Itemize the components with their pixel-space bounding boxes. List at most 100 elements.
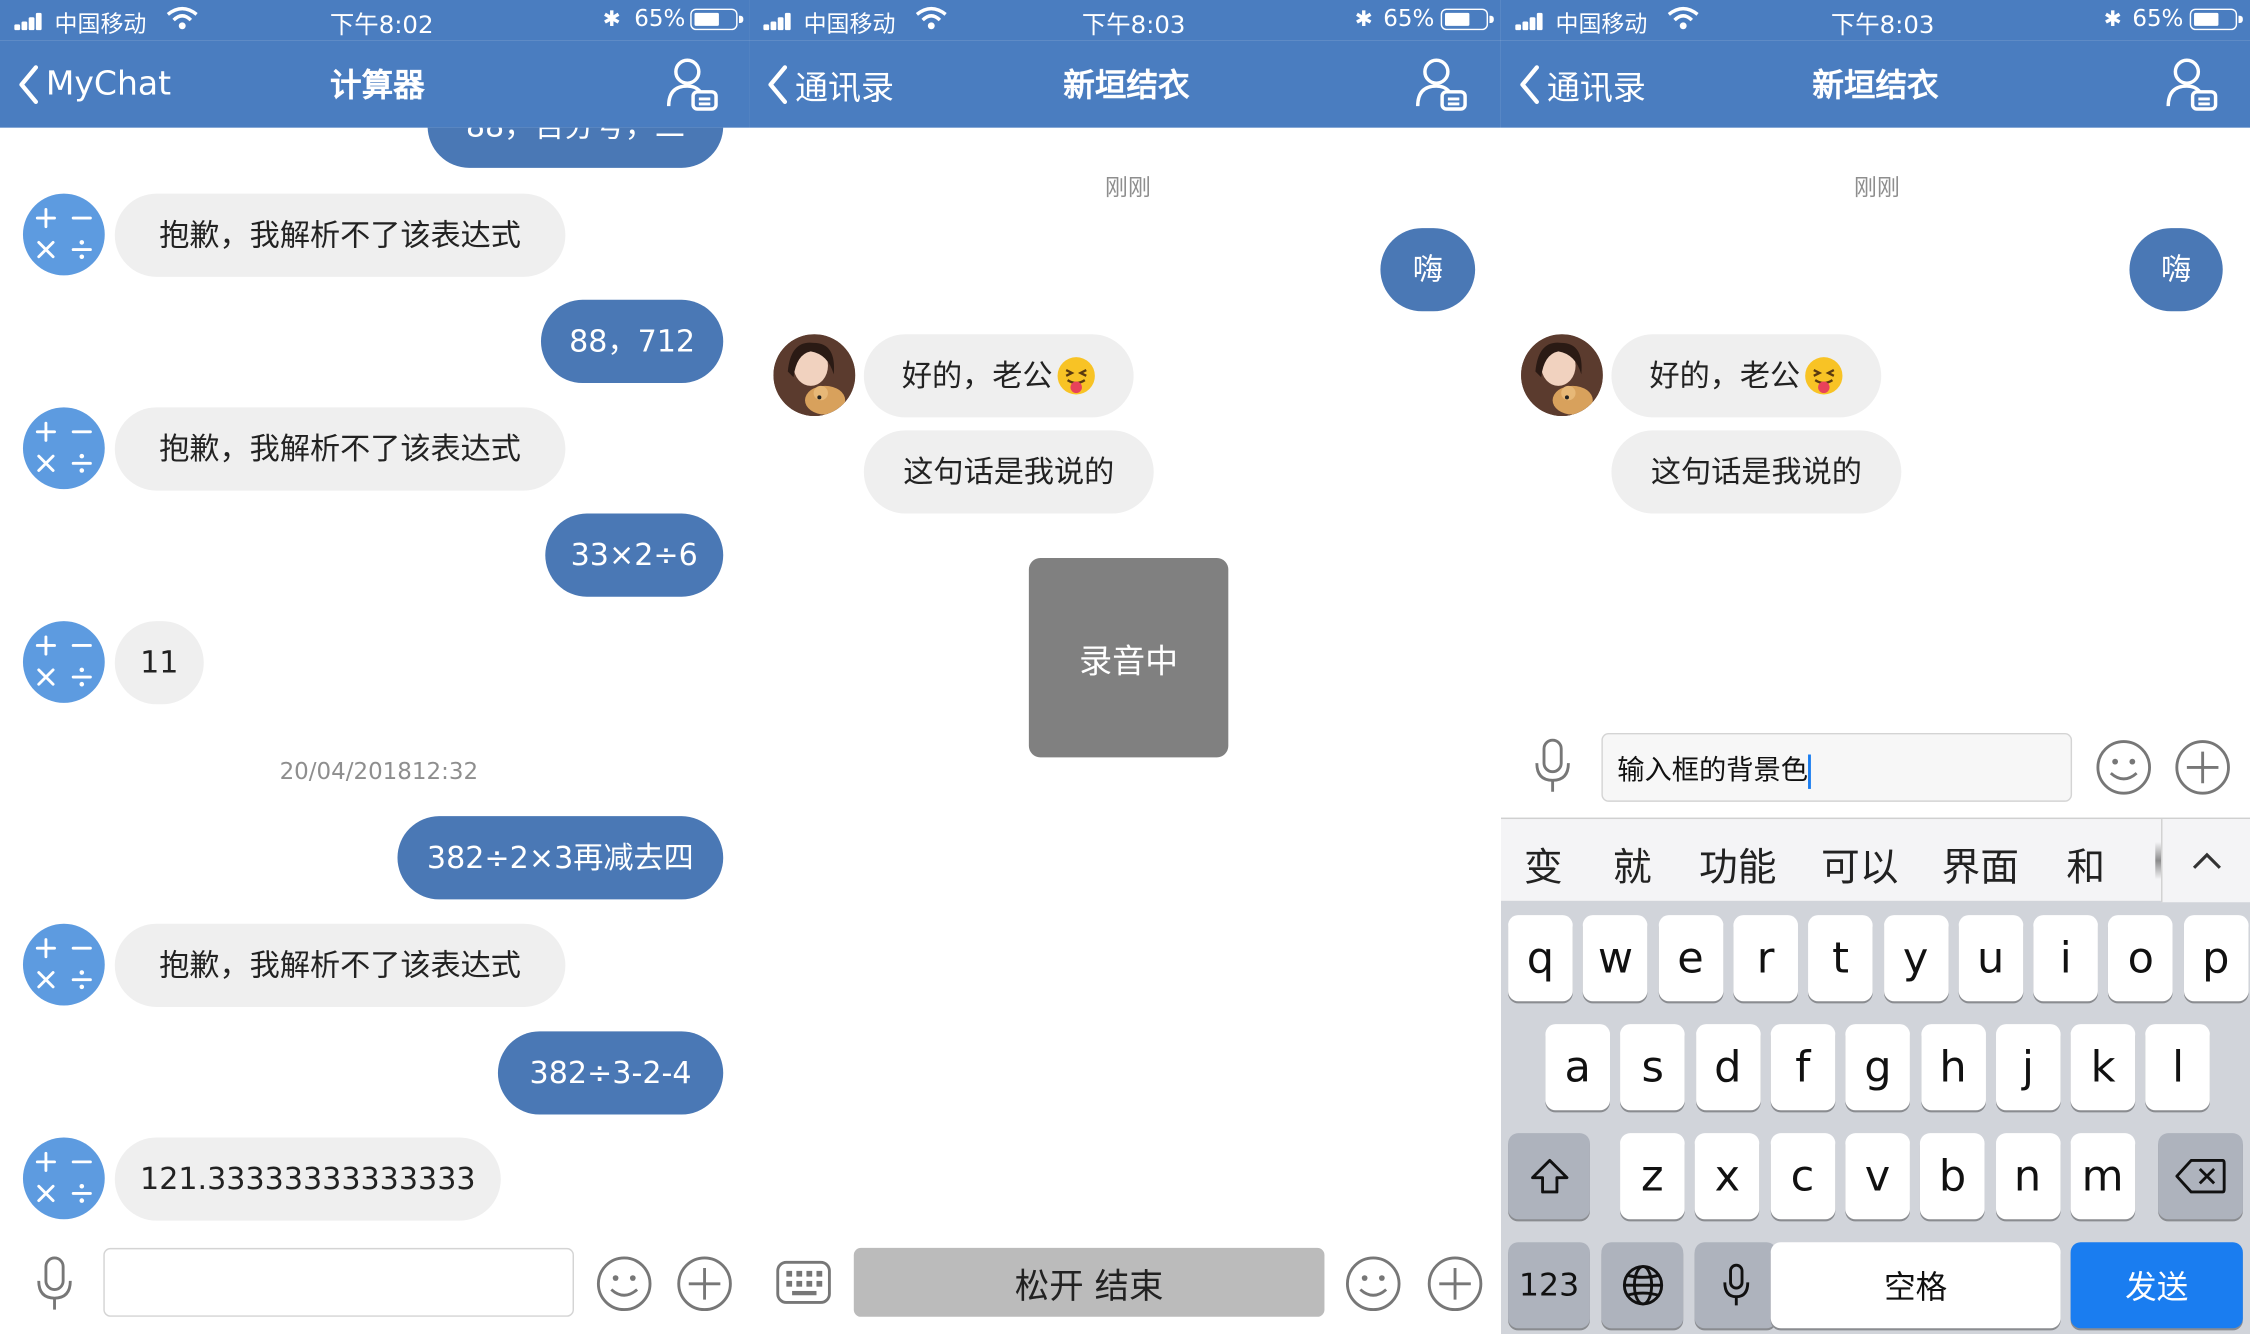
back-button[interactable]: 通讯录: [766, 60, 894, 109]
message-bubble: 好的，老公: [863, 334, 1134, 418]
letter-key-label: w: [1597, 933, 1634, 984]
calculator-icon[interactable]: [22, 923, 105, 1006]
letter-key[interactable]: g: [1845, 1024, 1911, 1111]
letter-key[interactable]: u: [1958, 915, 2023, 1002]
letter-key[interactable]: b: [1920, 1133, 1985, 1220]
back-button[interactable]: 通讯录: [1518, 60, 1646, 109]
letter-key[interactable]: h: [1920, 1024, 1986, 1111]
candidate-word[interactable]: 功能: [1699, 836, 1776, 892]
letter-key[interactable]: m: [2070, 1133, 2135, 1220]
letter-key-label: y: [1902, 933, 1929, 984]
battery-percent: 65%: [2132, 4, 2184, 32]
chevron-up-icon: [2192, 852, 2221, 869]
letter-key[interactable]: l: [2145, 1024, 2211, 1111]
delete-key[interactable]: [2158, 1133, 2243, 1220]
app-screenshots: 中国移动 下午8:02 ✱ 65% MyChat 计算器 88，百分号，二 抱歉…: [0, 0, 2250, 1334]
letter-key[interactable]: a: [1545, 1024, 1611, 1111]
chevron-left-icon: [768, 65, 788, 104]
numbers-key[interactable]: 123: [1508, 1242, 1590, 1329]
smiley-icon[interactable]: [2095, 739, 2152, 796]
letter-key[interactable]: q: [1508, 915, 1573, 1002]
letter-key[interactable]: s: [1620, 1024, 1686, 1111]
back-label: 通讯录: [794, 70, 894, 108]
space-key-label: 空格: [1884, 1270, 1948, 1307]
message-bubble: 好的，老公: [1611, 334, 1882, 418]
tongue-out-emoji-icon: [1056, 357, 1095, 395]
candidate-word[interactable]: 变: [1524, 836, 1563, 892]
calculator-icon[interactable]: [22, 193, 105, 276]
dictation-key[interactable]: [1694, 1242, 1777, 1329]
candidate-word[interactable]: 界面: [1941, 836, 2018, 892]
message-bubble: 这句话是我说的: [1611, 430, 1902, 514]
plus-circle-icon[interactable]: [676, 1255, 733, 1312]
smiley-icon[interactable]: [596, 1255, 653, 1312]
globe-key[interactable]: [1601, 1242, 1684, 1329]
recording-label: 录音中: [1079, 643, 1179, 681]
shift-key[interactable]: [1508, 1133, 1590, 1220]
plus-circle-icon[interactable]: [1426, 1255, 1483, 1312]
battery-icon: [2189, 8, 2243, 31]
candidate-word[interactable]: 就: [1613, 836, 1652, 892]
page-title: 新垣结衣: [1063, 68, 1190, 105]
letter-key[interactable]: t: [1808, 915, 1873, 1002]
letter-key[interactable]: r: [1733, 915, 1798, 1002]
letter-key[interactable]: f: [1770, 1024, 1836, 1111]
wifi-icon: [915, 6, 947, 30]
microphone-icon[interactable]: [1530, 737, 1576, 794]
letter-key[interactable]: k: [2070, 1024, 2136, 1111]
hold-to-talk-button[interactable]: 松开 结束: [853, 1247, 1325, 1317]
chevron-left-icon: [1520, 65, 1539, 104]
message-bubble: 嗨: [2129, 228, 2223, 312]
letter-key[interactable]: c: [1770, 1133, 1835, 1220]
page-title: 计算器: [330, 68, 425, 105]
microphone-icon[interactable]: [32, 1255, 78, 1312]
message-text: 382÷2×3再减去四: [426, 839, 694, 875]
letter-key[interactable]: y: [1883, 915, 1948, 1002]
letter-key[interactable]: j: [1995, 1024, 2061, 1111]
candidate-word[interactable]: 可以: [1821, 836, 1898, 892]
battery-icon: [1440, 8, 1494, 31]
contact-card-icon[interactable]: [664, 55, 721, 112]
letter-key-label: j: [2022, 1042, 2034, 1093]
message-input[interactable]: 输入框的背景色: [1601, 732, 2073, 802]
letter-key[interactable]: e: [1658, 915, 1723, 1002]
message-bubble: 抱歉，我解析不了该表达式: [114, 193, 566, 277]
smiley-icon[interactable]: [1345, 1255, 1402, 1312]
letter-key[interactable]: d: [1695, 1024, 1761, 1111]
avatar[interactable]: [773, 334, 856, 416]
candidate-word[interactable]: 和: [2066, 836, 2105, 892]
back-label: MyChat: [45, 65, 172, 104]
status-time: 下午8:02: [329, 11, 434, 41]
message-text: 88，百分号，二: [466, 128, 685, 142]
letter-key[interactable]: z: [1620, 1133, 1685, 1220]
letter-key[interactable]: w: [1583, 915, 1648, 1002]
contact-card-icon[interactable]: [2164, 55, 2221, 112]
message-input[interactable]: [103, 1247, 574, 1317]
send-key-label: 发送: [2125, 1270, 2189, 1307]
letter-key[interactable]: i: [2033, 915, 2099, 1002]
message-text: 121.33333333333333: [140, 1161, 476, 1196]
battery-icon: [690, 8, 744, 31]
letter-key-label: o: [2127, 933, 2154, 984]
collapse-candidates-button[interactable]: [2161, 819, 2250, 903]
letter-key[interactable]: p: [2183, 915, 2249, 1002]
space-key[interactable]: 空格: [1770, 1242, 2061, 1329]
globe-icon: [1622, 1265, 1663, 1306]
plus-circle-icon[interactable]: [2174, 739, 2231, 796]
letter-key-label: k: [2090, 1042, 2116, 1093]
letter-key[interactable]: o: [2108, 915, 2174, 1002]
calculator-icon[interactable]: [22, 407, 105, 490]
avatar[interactable]: [1521, 334, 1603, 416]
letter-key[interactable]: v: [1845, 1133, 1910, 1220]
signal-icon: [763, 11, 797, 31]
numbers-key-label: 123: [1518, 1267, 1580, 1304]
calculator-icon[interactable]: [22, 1137, 105, 1220]
letter-key[interactable]: n: [1995, 1133, 2060, 1220]
contact-card-icon[interactable]: [1413, 55, 1470, 112]
back-button[interactable]: MyChat: [17, 60, 171, 109]
calculator-icon[interactable]: [22, 621, 105, 703]
keyboard-icon[interactable]: [775, 1257, 832, 1309]
send-key[interactable]: 发送: [2070, 1242, 2243, 1329]
letter-key-label: u: [1977, 933, 2005, 984]
letter-key[interactable]: x: [1695, 1133, 1760, 1220]
